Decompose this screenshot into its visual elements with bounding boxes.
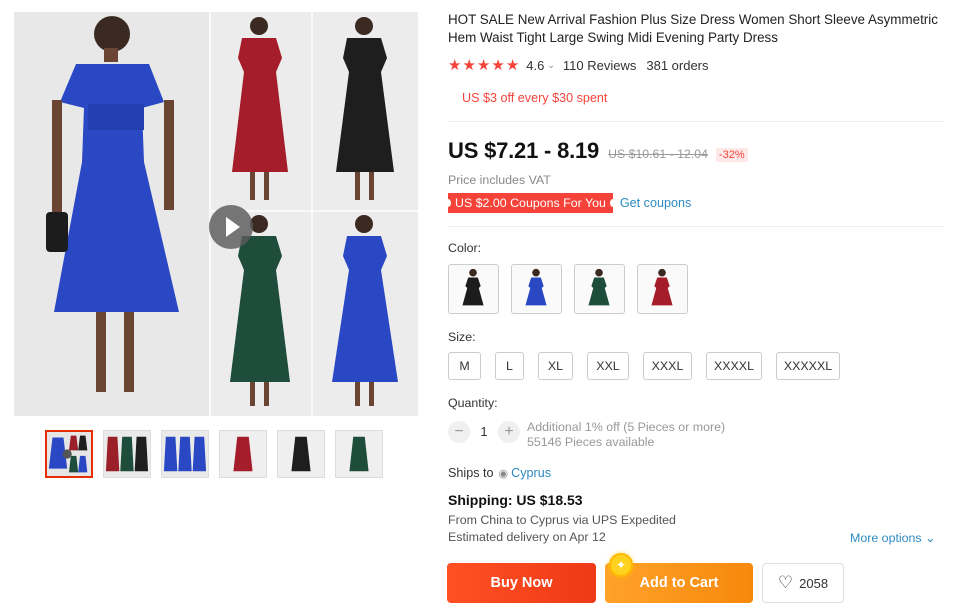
color-options [448, 264, 688, 314]
thumbnail-image [220, 431, 266, 477]
quantity-info: Additional 1% off (5 Pieces or more) 551… [527, 420, 725, 450]
size-options: M L XL XXL XXXL XXXXL XXXXXL [448, 352, 854, 380]
star-icon: ★ [491, 56, 505, 74]
bulk-discount-note: Additional 1% off (5 Pieces or more) [527, 420, 726, 434]
orders-count: 381 orders [646, 57, 709, 73]
size-option-l[interactable]: L [495, 352, 524, 380]
thumbnail-6[interactable] [335, 430, 383, 478]
color-option-green[interactable] [574, 264, 625, 314]
stock-available: 55146 Pieces available [527, 435, 655, 449]
coupon-row: US $2.00 Coupons For You Get coupons [445, 193, 691, 213]
thumbnail-strip [45, 430, 383, 478]
size-option-m[interactable]: M [448, 352, 481, 380]
buy-now-button[interactable]: Buy Now [447, 563, 596, 603]
color-option-red[interactable] [637, 264, 688, 314]
star-icon: ★ [448, 56, 462, 74]
shipping-route: From China to Cyprus via UPS Expedited [448, 513, 676, 527]
rating-value[interactable]: 4.6 [526, 58, 544, 73]
size-label: Size: [448, 330, 476, 344]
ships-to-row: Ships to ◉ Cyprus [448, 466, 551, 480]
thumbnail-5[interactable] [277, 430, 325, 478]
country-selector[interactable]: Cyprus [511, 466, 551, 480]
estimated-delivery: Estimated delivery on Apr 12 [448, 530, 606, 544]
decrease-quantity-button[interactable]: − [448, 421, 470, 443]
quantity-label: Quantity: [448, 396, 498, 410]
coupon-tag[interactable]: US $2.00 Coupons For You [445, 193, 616, 213]
play-video-button[interactable] [209, 205, 253, 249]
size-option-xl[interactable]: XL [538, 352, 573, 380]
quantity-stepper: − 1 + Additional 1% off (5 Pieces or mor… [448, 420, 725, 450]
divider [448, 121, 943, 122]
star-rating: ★ ★ ★ ★ ★ [448, 58, 519, 73]
dress-thumbnail [588, 268, 610, 306]
dress-thumbnail [462, 268, 484, 306]
wishlist-button[interactable]: ♡ 2058 [762, 563, 844, 603]
chevron-down-icon: ⌄ [925, 531, 936, 545]
size-option-xxl[interactable]: XXL [587, 352, 629, 380]
thumbnail-image [47, 432, 91, 476]
main-product-image[interactable] [14, 12, 418, 416]
wishlist-count: 2058 [799, 575, 829, 591]
ships-to-label: Ships to [448, 466, 494, 480]
quantity-input[interactable]: 1 [470, 424, 498, 439]
reviews-link[interactable]: 110 Reviews [563, 58, 636, 73]
star-icon: ★ [476, 56, 491, 74]
rating-row: ★ ★ ★ ★ ★ 4.6 ⌄ 110 Reviews 381 orders [448, 56, 709, 74]
price-row: US $7.21 - 8.19 US $10.61 - 12.04 -32% [448, 138, 748, 164]
color-option-black[interactable] [448, 264, 499, 314]
thumbnail-2[interactable] [103, 430, 151, 478]
thumbnail-image [336, 431, 382, 477]
size-option-xxxxl[interactable]: XXXXL [706, 352, 762, 380]
discount-badge: -32% [715, 148, 748, 162]
shipping-cost: Shipping: US $18.53 [448, 492, 583, 508]
color-option-blue[interactable] [511, 264, 562, 314]
current-price: US $7.21 - 8.19 [448, 138, 600, 163]
product-title: HOT SALE New Arrival Fashion Plus Size D… [448, 12, 938, 45]
star-icon: ★ [462, 56, 476, 74]
dress-thumbnail [651, 268, 673, 306]
dress-thumbnail [525, 268, 547, 306]
heart-icon: ♡ [777, 573, 794, 592]
thumbnail-image [104, 431, 150, 477]
thumbnail-3[interactable] [161, 430, 209, 478]
store-promo[interactable]: US $3 off every $30 spent [462, 91, 607, 105]
coin-icon: ✦ [609, 553, 633, 577]
location-pin-icon: ◉ [498, 467, 509, 480]
divider [448, 226, 943, 227]
star-icon: ★ [505, 56, 520, 74]
size-option-xxxxxl[interactable]: XXXXXL [776, 352, 840, 380]
thumbnail-image [278, 431, 324, 477]
get-coupons-link[interactable]: Get coupons [620, 196, 691, 210]
more-options-label: More options [850, 531, 922, 545]
more-shipping-options-link[interactable]: More options ⌄ [850, 530, 935, 545]
vat-note: Price includes VAT [448, 173, 551, 187]
original-price: US $10.61 - 12.04 [608, 147, 708, 161]
color-label: Color: [448, 241, 482, 255]
chevron-down-icon[interactable]: ⌄ [547, 60, 555, 71]
thumbnail-4[interactable] [219, 430, 267, 478]
increase-quantity-button[interactable]: + [498, 421, 520, 443]
thumbnail-image [162, 431, 208, 477]
thumbnail-1[interactable] [45, 430, 93, 478]
size-option-xxxl[interactable]: XXXL [643, 352, 692, 380]
